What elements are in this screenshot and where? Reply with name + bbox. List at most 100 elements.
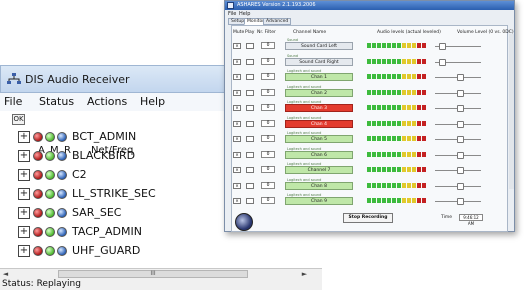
red-status-led-icon[interactable]	[33, 208, 43, 218]
blue-status-led-icon[interactable]	[57, 246, 67, 256]
tab-advanced[interactable]: Advanced	[263, 18, 292, 25]
red-status-led-icon[interactable]	[33, 132, 43, 142]
channel-name[interactable]: Channel 7	[285, 166, 353, 174]
expand-icon[interactable]: +	[18, 207, 30, 219]
blue-status-led-icon[interactable]	[57, 170, 67, 180]
play-checkbox[interactable]	[246, 58, 254, 65]
volume-slider-knob[interactable]	[439, 43, 446, 50]
expand-icon[interactable]: +	[18, 245, 30, 257]
play-checkbox[interactable]	[246, 120, 254, 127]
mute-checkbox[interactable]: ×	[233, 167, 241, 173]
nr-filter-field[interactable]: 0	[261, 166, 275, 173]
blue-status-led-icon[interactable]	[57, 227, 67, 237]
volume-slider-knob[interactable]	[457, 182, 464, 190]
scroll-left-icon[interactable]: ◄	[1, 270, 10, 279]
channel-name[interactable]: Chan 9	[285, 197, 353, 205]
channel-row[interactable]: × 0 Logitech and sound Chan 5	[233, 131, 503, 146]
nr-filter-field[interactable]: 0	[261, 57, 275, 65]
menu-actions[interactable]: Actions	[87, 95, 127, 108]
blue-status-led-icon[interactable]	[57, 208, 67, 218]
channel-row[interactable]: × 0 Logitech and sound Chan 4	[233, 116, 503, 131]
mute-checkbox[interactable]: ×	[233, 58, 241, 65]
play-checkbox[interactable]	[246, 182, 254, 189]
menu-file[interactable]: File	[4, 95, 22, 108]
mute-checkbox[interactable]: ×	[233, 105, 241, 111]
nr-filter-field[interactable]: 0	[261, 42, 275, 49]
nr-filter-field[interactable]: 0	[261, 181, 275, 189]
mute-checkbox[interactable]: ×	[233, 74, 241, 80]
channel-name[interactable]: Sound Card Left	[285, 42, 353, 50]
scroll-right-icon[interactable]: ►	[300, 270, 309, 279]
menu-help[interactable]: Help	[140, 95, 165, 108]
nr-filter-field[interactable]: 0	[261, 104, 275, 111]
recorder-menu-help[interactable]: Help	[239, 11, 250, 17]
play-checkbox[interactable]	[246, 105, 254, 111]
green-status-led-icon[interactable]	[45, 132, 55, 142]
red-status-led-icon[interactable]	[33, 246, 43, 256]
play-checkbox[interactable]	[246, 151, 254, 158]
volume-slider-knob[interactable]	[457, 136, 464, 143]
red-status-led-icon[interactable]	[33, 151, 43, 161]
blue-status-led-icon[interactable]	[57, 132, 67, 142]
volume-slider-knob[interactable]	[457, 120, 464, 128]
channel-row[interactable]: × 0 Logitech and sound Chan 3	[233, 100, 503, 115]
channel-name[interactable]: Chan 5	[285, 135, 353, 143]
red-status-led-icon[interactable]	[33, 227, 43, 237]
play-checkbox[interactable]	[246, 136, 254, 142]
expand-icon[interactable]: +	[18, 131, 30, 143]
green-status-led-icon[interactable]	[45, 189, 55, 199]
channel-row[interactable]: × 0 Logitech and sound Chan 2	[233, 85, 503, 100]
blue-status-led-icon[interactable]	[57, 189, 67, 199]
scroll-thumb[interactable]: III	[58, 270, 248, 278]
channel-row[interactable]: × 0 Logitech and sound Chan 9	[233, 193, 503, 208]
channel-name[interactable]: Chan 3	[285, 104, 353, 112]
expand-icon[interactable]: +	[18, 169, 30, 181]
channel-name[interactable]: Chan 2	[285, 88, 353, 97]
channel-name[interactable]: Chan 6	[285, 150, 353, 159]
play-checkbox[interactable]	[246, 198, 254, 204]
play-checkbox[interactable]	[246, 74, 254, 80]
play-checkbox[interactable]	[246, 167, 254, 173]
nr-filter-field[interactable]: 0	[261, 73, 275, 80]
blue-status-led-icon[interactable]	[57, 151, 67, 161]
mute-checkbox[interactable]: ×	[233, 151, 241, 158]
green-status-led-icon[interactable]	[45, 246, 55, 256]
nr-filter-field[interactable]: 0	[261, 119, 275, 127]
green-status-led-icon[interactable]	[45, 151, 55, 161]
nr-filter-field[interactable]: 0	[261, 88, 275, 96]
green-status-led-icon[interactable]	[45, 170, 55, 180]
net-row[interactable]: + UHF_GUARD	[18, 243, 318, 262]
volume-slider-knob[interactable]	[439, 58, 446, 66]
recorder-menu-file[interactable]: File	[228, 11, 236, 17]
channel-row[interactable]: × 0 Sound Sound Card Left	[233, 38, 503, 53]
horizontal-scrollbar[interactable]: ◄ III ►	[0, 268, 322, 279]
nr-filter-field[interactable]: 0	[261, 150, 275, 158]
volume-slider-knob[interactable]	[457, 151, 464, 159]
mute-checkbox[interactable]: ×	[233, 89, 241, 96]
volume-slider-knob[interactable]	[457, 74, 464, 81]
mute-checkbox[interactable]: ×	[233, 120, 241, 127]
stop-recording-button[interactable]: Stop Recording	[343, 213, 393, 223]
nr-filter-field[interactable]: 0	[261, 135, 275, 142]
channel-name[interactable]: Chan 1	[285, 73, 353, 81]
mute-checkbox[interactable]: ×	[233, 198, 241, 204]
channel-row[interactable]: × 0 Logitech and sound Chan 8	[233, 178, 503, 193]
expand-icon[interactable]: +	[18, 188, 30, 200]
volume-slider-knob[interactable]	[457, 89, 464, 97]
channel-row[interactable]: × 0 Sound Sound Card Right	[233, 54, 503, 69]
recorder-title-bar[interactable]: ASHARES Version 2.1.193.2006	[225, 1, 514, 10]
red-status-led-icon[interactable]	[33, 170, 43, 180]
channel-row[interactable]: × 0 Logitech and sound Chan 6	[233, 147, 503, 162]
channel-row[interactable]: × 0 Logitech and sound Chan 1	[233, 69, 503, 84]
expand-icon[interactable]: +	[18, 226, 30, 238]
recorder-vertical-scrollbar[interactable]	[509, 34, 514, 189]
channel-row[interactable]: × 0 Logitech and sound Channel 7	[233, 162, 503, 177]
channel-name[interactable]: Sound Card Right	[285, 57, 353, 66]
red-status-led-icon[interactable]	[33, 189, 43, 199]
mute-checkbox[interactable]: ×	[233, 182, 241, 189]
volume-slider-knob[interactable]	[457, 167, 464, 174]
green-status-led-icon[interactable]	[45, 208, 55, 218]
volume-slider-knob[interactable]	[457, 198, 464, 205]
mute-checkbox[interactable]: ×	[233, 136, 241, 142]
play-checkbox[interactable]	[246, 89, 254, 96]
